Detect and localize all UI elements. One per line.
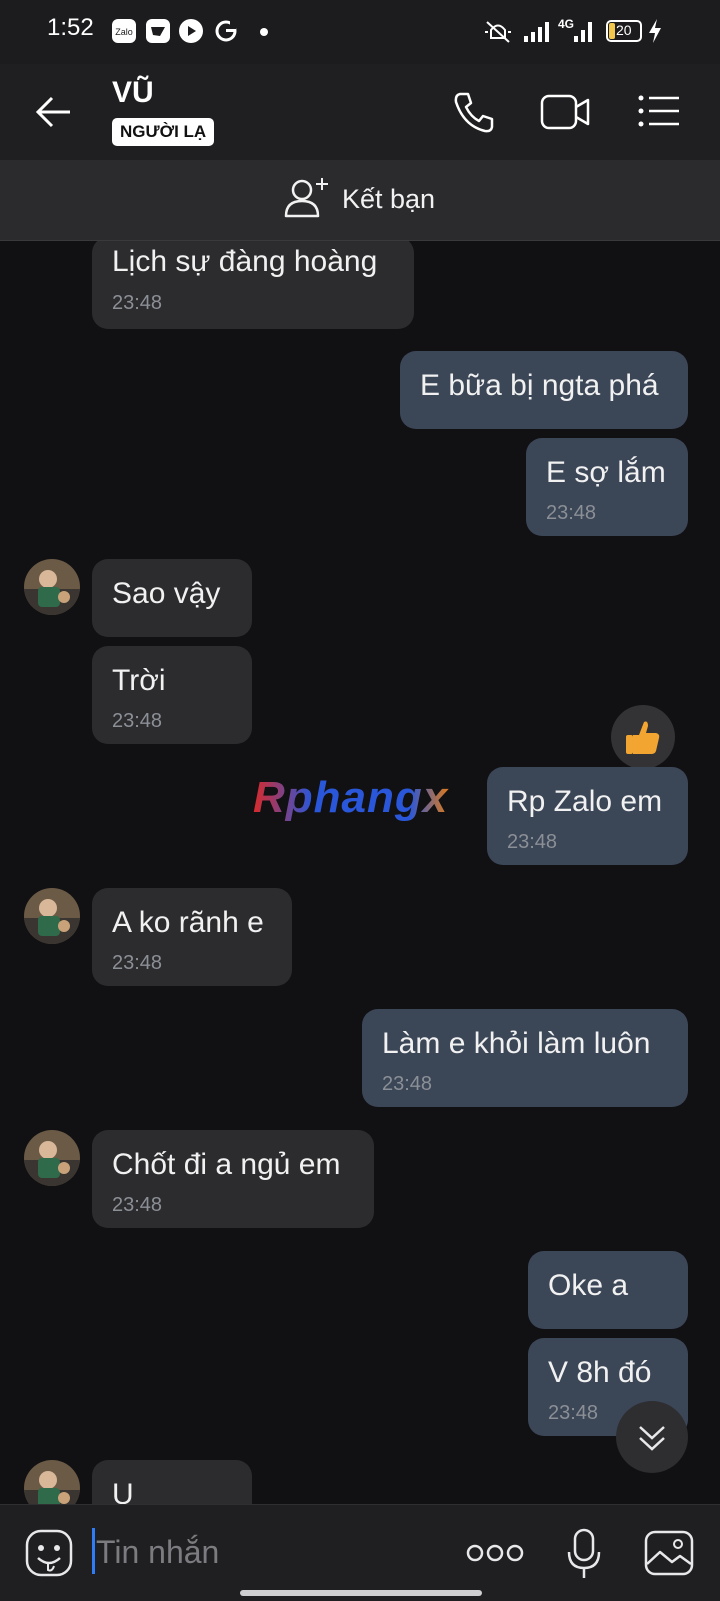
more-options-icon[interactable]	[466, 1538, 524, 1573]
message-text: U	[112, 1478, 134, 1504]
message-bubble-incoming[interactable]: Trời 23:48	[92, 646, 252, 744]
add-friend-icon[interactable]	[284, 176, 332, 225]
sticker-emoji-icon[interactable]	[24, 1528, 74, 1583]
message-time: 23:48	[112, 1194, 163, 1216]
zalo-notification-icon: Zalo	[111, 18, 139, 46]
status-time: 1:52	[47, 14, 94, 41]
watermark-logo: Rphangx	[253, 773, 473, 835]
message-bubble-incoming[interactable]: Sao vậy	[92, 559, 252, 637]
message-bubble-incoming[interactable]: A ko rãnh e 23:48	[92, 888, 292, 986]
app-notification-icon	[145, 18, 173, 46]
mute-bell-icon	[483, 18, 511, 46]
message-bubble-outgoing[interactable]: Làm e khỏi làm luôn 23:48	[362, 1009, 688, 1107]
video-call-icon[interactable]	[540, 92, 592, 137]
message-bubble-outgoing[interactable]: E bữa bị ngta phá	[400, 351, 688, 429]
message-text: Sao vậy	[112, 577, 221, 610]
microphone-icon[interactable]	[566, 1528, 602, 1585]
stranger-badge: NGƯỜI LẠ	[112, 118, 215, 146]
message-text: Chốt đi a ngủ em	[112, 1148, 341, 1181]
chat-header	[0, 64, 720, 160]
youtube-notification-icon	[178, 18, 206, 46]
charging-icon	[648, 18, 662, 49]
svg-text:Zalo: Zalo	[115, 27, 133, 37]
gallery-image-icon[interactable]	[644, 1530, 694, 1581]
text-caret	[92, 1528, 95, 1574]
contact-avatar[interactable]	[24, 559, 80, 615]
message-time: 23:48	[382, 1073, 433, 1095]
add-friend-label[interactable]: Kết bạn	[342, 184, 435, 215]
scroll-to-bottom-button[interactable]	[616, 1401, 688, 1473]
message-text: Trời	[112, 664, 166, 697]
back-arrow-icon[interactable]	[34, 92, 74, 137]
home-indicator[interactable]	[240, 1590, 482, 1596]
message-text: Rp Zalo em	[507, 785, 663, 818]
contact-avatar[interactable]	[24, 888, 80, 944]
message-text: A ko rãnh e	[112, 906, 264, 939]
double-chevron-down-icon	[639, 1426, 665, 1451]
google-notification-icon	[213, 18, 241, 46]
message-time: 23:48	[112, 292, 163, 314]
watermark-text: Rphangx	[253, 774, 449, 822]
message-input[interactable]: Tin nhắn	[96, 1534, 219, 1571]
message-text: E sợ lắm	[546, 456, 666, 489]
message-bubble-outgoing[interactable]: Oke a	[528, 1251, 688, 1329]
more-notifications-dot	[260, 28, 268, 36]
message-bubble-incoming[interactable]: Chốt đi a ngủ em 23:48	[92, 1130, 374, 1228]
message-text: Làm e khỏi làm luôn	[382, 1027, 651, 1060]
message-bubble-incoming[interactable]: Lịch sự đàng hoàng 23:48	[92, 241, 414, 329]
message-bubble-incoming[interactable]: U	[92, 1460, 252, 1504]
battery-icon: 20	[606, 20, 642, 42]
phone-call-icon[interactable]	[452, 90, 496, 139]
contact-name[interactable]: VŨ	[112, 76, 154, 110]
message-bubble-outgoing[interactable]: Rp Zalo em 23:48	[487, 767, 688, 865]
signal-4g-icon	[570, 18, 598, 46]
signal-icon	[522, 18, 550, 46]
message-text: V 8h đó	[548, 1356, 652, 1389]
message-time: 23:48	[112, 710, 163, 732]
message-text: Lịch sự đàng hoàng	[112, 245, 378, 278]
message-list[interactable]: Lịch sự đàng hoàng 23:48 E bữa bị ngta p…	[0, 241, 720, 1504]
battery-percent: 20	[616, 22, 632, 38]
menu-list-icon[interactable]	[637, 94, 681, 133]
like-reaction-button[interactable]	[611, 705, 675, 769]
message-time: 23:48	[112, 952, 163, 974]
message-time: 23:48	[548, 1402, 599, 1424]
message-bubble-outgoing[interactable]: E sợ lắm 23:48	[526, 438, 688, 536]
battery-level-fill	[609, 23, 615, 39]
message-text: Oke a	[548, 1269, 629, 1302]
message-time: 23:48	[546, 502, 597, 524]
contact-avatar[interactable]	[24, 1460, 80, 1504]
contact-avatar[interactable]	[24, 1130, 80, 1186]
message-time: 23:48	[507, 831, 558, 853]
message-text: E bữa bị ngta phá	[420, 369, 659, 402]
